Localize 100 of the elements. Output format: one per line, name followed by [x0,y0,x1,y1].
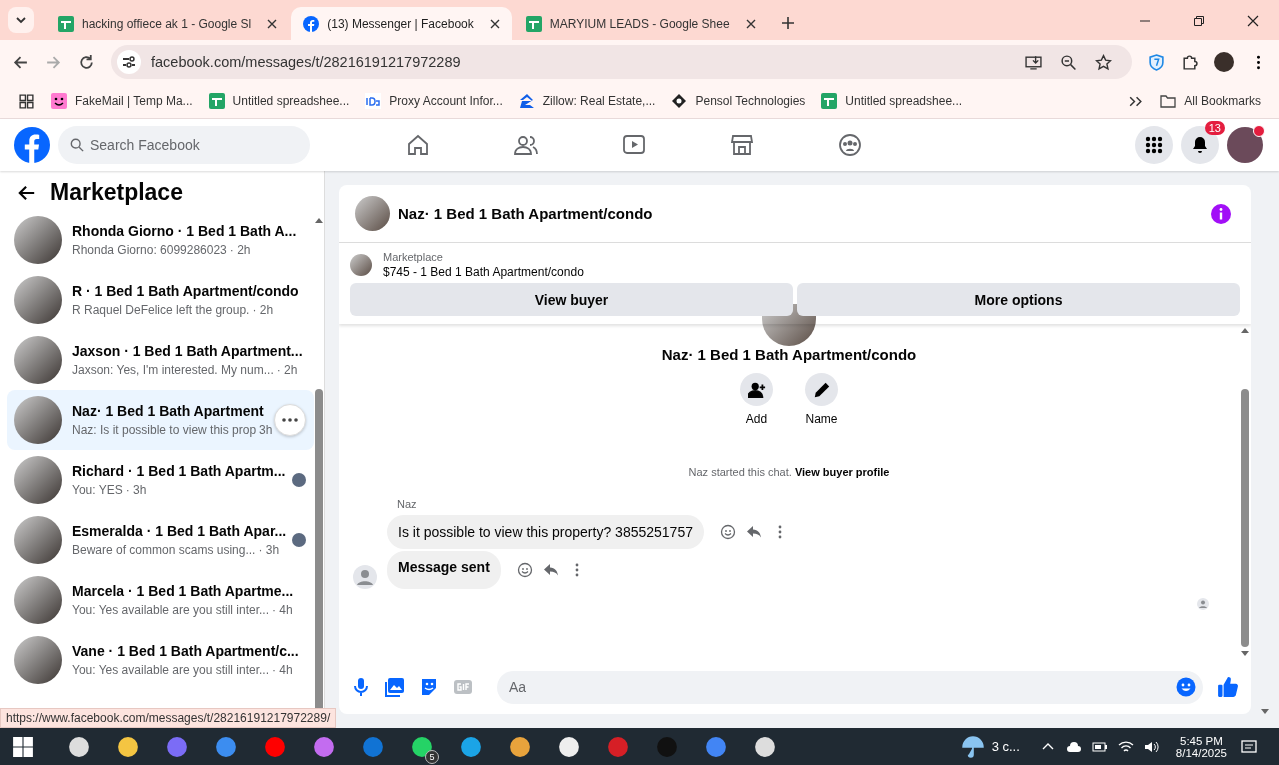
conversation-item[interactable]: Esmeralda · 1 Bed 1 Bath Apar... Beware of common scams using... · 3h [7,510,314,570]
microphone-icon[interactable] [351,677,371,697]
emoji-icon[interactable] [1176,676,1196,697]
account-avatar[interactable] [1227,127,1263,163]
install-app-icon[interactable] [1025,53,1042,71]
sticker-icon[interactable] [419,677,439,697]
system-clock[interactable]: 5:45 PM 8/14/2025 [1175,734,1227,759]
restore-icon[interactable] [1193,15,1205,27]
timestamp: · 3h [125,483,147,497]
browser-tab[interactable]: (13) Messenger | Facebook [291,7,512,40]
extensions-icon[interactable] [1181,53,1198,71]
back-arrow-icon[interactable] [18,183,36,202]
profile-avatar[interactable] [1214,52,1234,72]
view-buyer-profile-link[interactable]: View buyer profile [794,466,890,478]
message-preview: You: YES [72,483,123,497]
smiley-icon[interactable] [719,524,736,540]
photo-placeholder [14,456,62,504]
photo-placeholder [14,276,62,324]
conversation-title: Jaxson · 1 Bed 1 Bath Apartment... [72,343,304,359]
house-logo-icon [518,93,535,109]
link-preview-tooltip: https://www.facebook.com/messages/t/28216191217972289/ [0,708,337,728]
photo-placeholder [14,636,62,684]
message-preview: Jaxson: Yes, I'm interested. My num... [72,363,274,377]
scroll-down-arrow-icon[interactable] [1241,651,1249,656]
action-button[interactable]: More options [797,283,1240,316]
bookmark-link[interactable]: Zillow: Real Estate,... [518,93,656,109]
bookmark-link[interactable]: Proxy Account Infor... [365,93,503,109]
info-icon[interactable] [1211,203,1231,224]
notification-center-icon[interactable] [1241,738,1257,755]
site-settings-icon[interactable] [117,50,141,74]
thumbs-up-icon[interactable] [1217,676,1239,698]
star-icon[interactable] [1095,53,1112,71]
close-icon[interactable] [1247,15,1259,27]
all-bookmarks-button[interactable]: All Bookmarks [1160,93,1261,109]
bell-icon [1191,136,1209,154]
home-icon[interactable] [406,133,430,157]
image-icon[interactable] [385,677,405,697]
conversation-item[interactable]: Jaxson · 1 Bed 1 Bath Apartment... Jaxson: Yes, I'm interested. My num... · 2h [7,330,314,390]
conversation-title: Marcela · 1 Bed 1 Bath Apartme... [72,583,295,599]
conversation-item[interactable]: Rhonda Giorno · 1 Bed 1 Bath A... Rhonda Giorno: 6099286023 · 2h [7,210,314,270]
weather-umbrella-icon[interactable] [961,735,984,758]
marketplace-icon[interactable] [730,133,754,157]
message-field[interactable]: Aa [497,670,1203,704]
ellipsis-icon [282,418,299,422]
smiley-icon[interactable] [516,562,533,578]
bookmark-link[interactable]: Pensol Technologies [671,93,806,109]
message-preview: Rhonda Giorno: 6099286023 [72,243,227,257]
close-icon[interactable] [489,18,500,29]
conversation-item[interactable]: R · 1 Bed 1 Bath Apartment/condo R Raquel DeFelice left the group. · 2h [7,270,314,330]
message-bubble: Is it possible to view this property? 3855251757 [387,515,704,549]
listing-title: $745 - 1 Bed 1 Bath Apartment/condo [383,265,584,279]
scroll-up-arrow-icon[interactable] [1241,328,1249,333]
browser-tab[interactable]: MARYIUM LEADS - Google Shee [513,7,768,40]
conversation-item[interactable]: Vane · 1 Bed 1 Bath Apartment/c... You: Yes available are you still inter... · 4h [7,630,314,690]
chevron-down-icon [15,14,27,26]
unread-badge: 5 [425,749,439,764]
sender-name: Naz [397,498,417,510]
conversation-title: R · 1 Bed 1 Bath Apartment/condo [72,283,300,299]
notifications-button[interactable] [1181,126,1219,164]
friends-icon[interactable] [514,133,538,157]
timestamp: · 2h [252,303,274,317]
spreadsheet-icon [208,93,225,109]
search-field[interactable]: Search Facebook [58,126,310,164]
close-icon[interactable] [745,18,756,29]
scroll-up-arrow-icon[interactable] [315,218,323,223]
conversation-title: Vane · 1 Bed 1 Bath Apartment/c... [72,643,300,659]
weather-text[interactable]: 3 c... [991,739,1020,754]
bookmark-link[interactable]: Untitled spreadshee... [208,93,350,109]
menu-button[interactable] [1135,126,1173,164]
action-button[interactable]: View buyer [350,283,793,316]
bookmark-link[interactable]: Untitled spreadshee... [821,93,963,109]
conversation-item[interactable]: Richard · 1 Bed 1 Bath Apartm... You: YES · 3h [7,450,314,510]
conversation-item[interactable]: Marcela · 1 Bed 1 Bath Apartme... You: Yes available are you still inter... · 4h [7,570,314,630]
photo-placeholder [14,516,62,564]
reload-icon[interactable] [78,53,95,71]
zoom-out-icon[interactable] [1060,53,1077,71]
groups-icon[interactable] [838,133,862,157]
address-bar[interactable]: facebook.com/messages/t/28216191217972289 [111,45,1132,79]
reply-icon[interactable] [745,524,762,540]
message-preview: You: Yes available are you still inter... [72,663,270,677]
user-avatar-icon [353,565,377,589]
alert-dot [1253,125,1265,137]
tab-search-button[interactable] [8,7,34,33]
timestamp: 3h [259,423,273,437]
scroll-down-arrow-icon[interactable] [1261,709,1269,714]
profile-name: Naz· 1 Bed 1 Bath Apartment/condo [661,346,917,363]
new-tab-icon[interactable] [781,17,794,29]
conversation-item[interactable]: Naz· 1 Bed 1 Bath Apartment Naz: Is it possible to view this prop 3h [7,390,314,450]
video-icon[interactable] [622,133,646,157]
bookmark-link[interactable]: FakeMail | Temp Ma... [51,93,193,109]
apps-grid-icon[interactable] [18,92,35,110]
more-options-button[interactable] [274,404,307,436]
close-icon[interactable] [267,18,278,29]
conversation-title: Naz· 1 Bed 1 Bath Apartment [72,403,265,419]
browser-tab[interactable]: hacking offiece ak 1 - Google Sl [46,7,290,40]
spreadsheet-icon [525,15,542,32]
reply-icon[interactable] [542,562,559,578]
windows-start-icon[interactable] [12,735,34,758]
facebook-logo-icon[interactable] [14,127,50,163]
shield-icon[interactable] [1148,53,1165,71]
